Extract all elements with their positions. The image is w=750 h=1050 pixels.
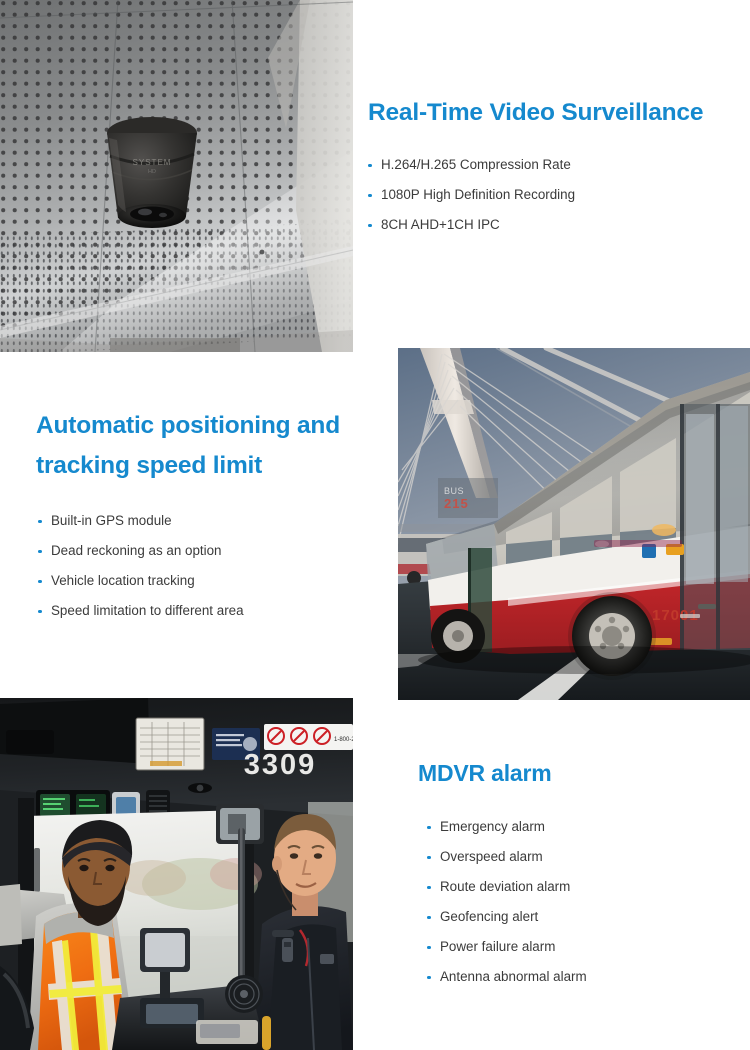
- svg-text:3309: 3309: [244, 749, 317, 781]
- list-item: Dead reckoning as an option: [38, 536, 386, 566]
- bullet-list-video: H.264/H.265 Compression Rate 1080P High …: [368, 150, 748, 240]
- section-title-video: Real-Time Video Surveillance: [368, 99, 704, 126]
- bus-on-bridge-photo: BUS 215 17001: [398, 348, 750, 700]
- list-item: Geofencing alert: [427, 902, 748, 932]
- marketing-page: SYSTEM HD Real-Time Video Surveillance H…: [0, 0, 750, 1050]
- bullet-dot-icon: [427, 825, 431, 829]
- feature-real-time-video: Real-Time Video Surveillance H.264/H.265…: [368, 98, 748, 240]
- bullet-text: Overspeed alarm: [440, 849, 543, 864]
- list-item: Power failure alarm: [427, 932, 748, 962]
- bullet-dot-icon: [38, 549, 42, 553]
- bullet-text: Built-in GPS module: [51, 513, 172, 528]
- bullet-text: 8CH AHD+1CH IPC: [381, 217, 500, 232]
- bullet-dot-icon: [427, 855, 431, 859]
- bullet-dot-icon: [427, 885, 431, 889]
- list-item: Emergency alarm: [427, 812, 748, 842]
- ceiling-dome-camera-photo: SYSTEM HD: [0, 0, 353, 352]
- list-item: 1080P High Definition Recording: [368, 180, 748, 210]
- bullet-dot-icon: [38, 579, 42, 583]
- bullet-dot-icon: [427, 945, 431, 949]
- bullet-text: H.264/H.265 Compression Rate: [381, 157, 571, 172]
- svg-text:215: 215: [444, 496, 469, 511]
- feature-mdvr-alarm: MDVR alarm Emergency alarm Overspeed ala…: [418, 758, 748, 992]
- bullet-dot-icon: [368, 193, 372, 197]
- list-item: Built-in GPS module: [38, 506, 386, 536]
- list-item: Speed limitation to different area: [38, 596, 386, 626]
- bullet-text: Power failure alarm: [440, 939, 556, 954]
- feature-automatic-positioning: Automatic positioning and tracking speed…: [36, 406, 386, 626]
- section-title-gps-line2: tracking speed limit: [36, 452, 263, 479]
- svg-text:SYSTEM: SYSTEM: [133, 158, 172, 167]
- bullet-text: 1080P High Definition Recording: [381, 187, 576, 202]
- svg-text:BUS: BUS: [444, 486, 464, 496]
- bullet-dot-icon: [368, 223, 372, 227]
- bus-cabin-photo: 1-800-2 3309: [0, 698, 353, 1050]
- bullet-text: Route deviation alarm: [440, 879, 571, 894]
- section-title-gps-line1: Automatic positioning and: [36, 412, 340, 439]
- list-item: Route deviation alarm: [427, 872, 748, 902]
- bullet-dot-icon: [427, 915, 431, 919]
- svg-text:HD: HD: [148, 169, 156, 175]
- section-title-gps: Automatic positioning and tracking speed…: [36, 406, 386, 486]
- section-title-alarm: MDVR alarm: [418, 760, 552, 786]
- list-item: Vehicle location tracking: [38, 566, 386, 596]
- bullet-dot-icon: [368, 163, 372, 167]
- bullet-text: Geofencing alert: [440, 909, 539, 924]
- list-item: Antenna abnormal alarm: [427, 962, 748, 992]
- list-item: 8CH AHD+1CH IPC: [368, 210, 748, 240]
- bullet-list-gps: Built-in GPS module Dead reckoning as an…: [38, 506, 386, 626]
- bullet-text: Vehicle location tracking: [51, 573, 195, 588]
- bullet-dot-icon: [38, 519, 42, 523]
- list-item: H.264/H.265 Compression Rate: [368, 150, 748, 180]
- bullet-text: Speed limitation to different area: [51, 603, 244, 618]
- bullet-text: Antenna abnormal alarm: [440, 969, 587, 984]
- bullet-list-alarm: Emergency alarm Overspeed alarm Route de…: [427, 812, 748, 992]
- bullet-text: Emergency alarm: [440, 819, 545, 834]
- svg-text:1-800-2: 1-800-2: [334, 737, 353, 743]
- bullet-dot-icon: [38, 609, 42, 613]
- bullet-text: Dead reckoning as an option: [51, 543, 222, 558]
- bullet-dot-icon: [427, 975, 431, 979]
- list-item: Overspeed alarm: [427, 842, 748, 872]
